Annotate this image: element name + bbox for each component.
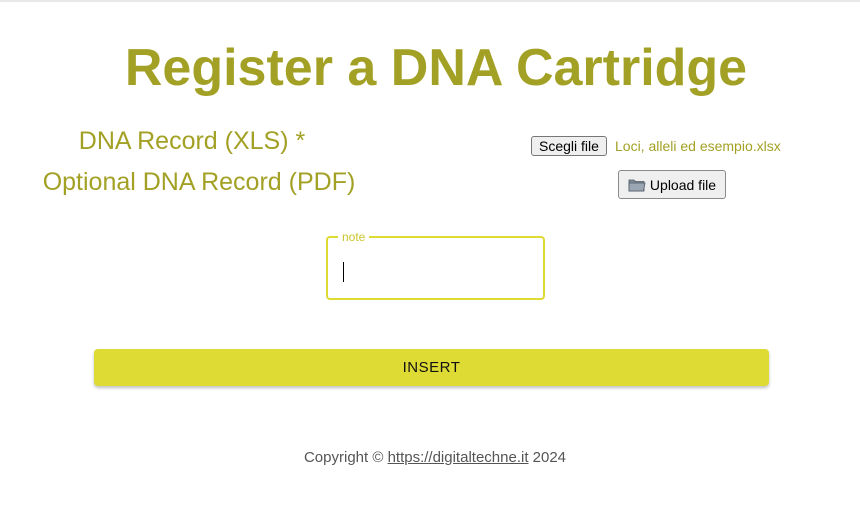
footer: Copyright © https://digitaltechne.it 202… [0, 449, 860, 466]
upload-file-button[interactable]: Upload file [618, 170, 726, 199]
footer-copyright: Copyright © [303, 449, 384, 466]
top-divider [0, 0, 860, 2]
footer-year: 2024 [532, 449, 567, 466]
note-label: note [342, 230, 366, 244]
page-title: Register a DNA Cartridge [124, 39, 748, 97]
upload-file-label: Upload file [649, 176, 717, 193]
footer-link[interactable]: https://digitaltechne.it [388, 449, 529, 466]
xls-record-label: DNA Record (XLS) * [78, 127, 306, 155]
choose-file-button[interactable]: Scegli file [531, 136, 607, 156]
folder-icon [628, 178, 646, 192]
note-field[interactable]: note [326, 230, 545, 300]
selected-file-name: Loci, alleli ed esempio.xlsx [615, 138, 781, 154]
insert-button[interactable]: INSERT [94, 349, 769, 386]
text-caret [343, 262, 344, 282]
pdf-record-label: Optional DNA Record (PDF) [42, 168, 356, 196]
